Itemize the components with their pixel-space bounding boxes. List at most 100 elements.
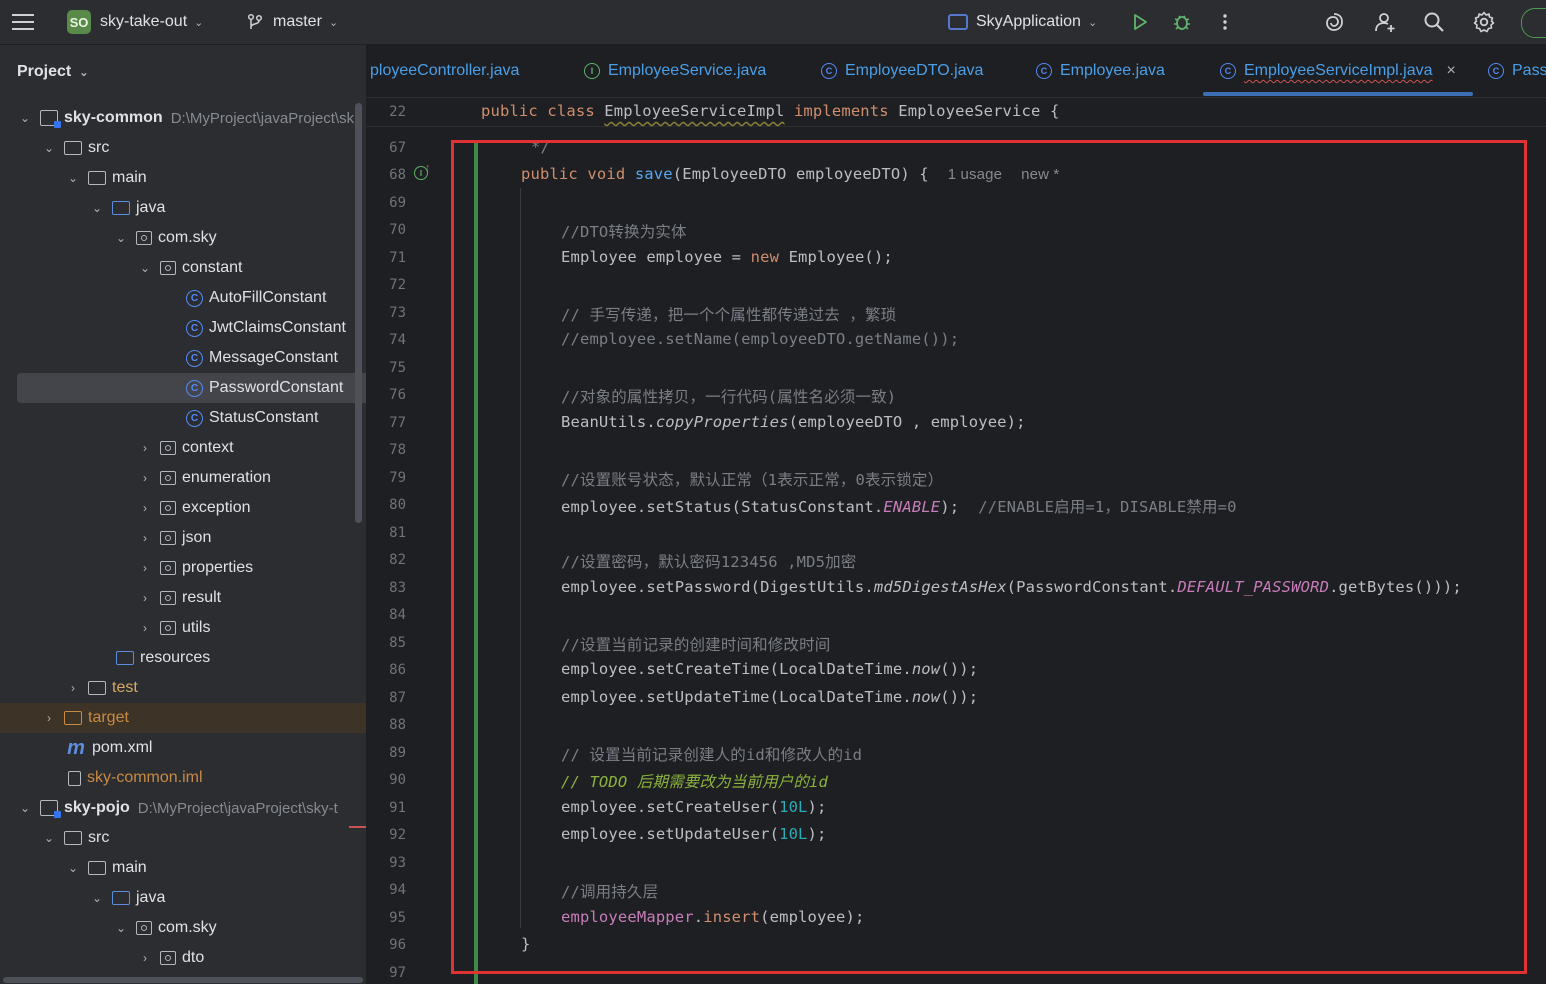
tree-node-sky-common-iml[interactable]: sky-common.iml: [0, 763, 366, 793]
line-number: 85: [389, 635, 406, 651]
module-path: D:\MyProject\javaProject\sk: [170, 109, 355, 127]
tree-node-src[interactable]: ⌄ src: [0, 823, 366, 853]
tree-node-result[interactable]: › result: [0, 583, 366, 613]
tab-employee-service[interactable]: I EmployeeService.java: [584, 45, 766, 97]
run-configuration-selector[interactable]: SkyApplication ⌄: [948, 0, 1097, 44]
tree-node-main[interactable]: ⌄ main: [0, 853, 366, 883]
more-actions-icon[interactable]: [1211, 0, 1239, 44]
tree-node-autofillconstant[interactable]: C AutoFillConstant: [0, 283, 366, 313]
project-tool-window: Project ⌄ ⌄ sky-common D:\MyProject\javaP…: [0, 45, 366, 984]
chevron-down-icon[interactable]: ⌄: [18, 111, 32, 125]
code-editor[interactable]: 22 public class EmployeeServiceImpl impl…: [366, 98, 1546, 984]
tree-node-src[interactable]: ⌄ src: [0, 133, 366, 163]
tab-employee[interactable]: C Employee.java: [1036, 45, 1165, 97]
code-line: employee.setUpdateTime(LocalDateTime.now…: [561, 688, 979, 706]
line-number: 70: [389, 222, 406, 238]
line-number: 71: [389, 250, 406, 266]
tree-node-resources[interactable]: resources: [0, 643, 366, 673]
package-icon: [160, 471, 176, 485]
package-icon: [160, 261, 176, 275]
tree-node-label: sky-pojo: [64, 799, 130, 816]
project-view-selector[interactable]: Project ⌄: [17, 63, 88, 81]
tree-node-dto[interactable]: › dto: [0, 943, 366, 973]
debug-icon[interactable]: [1168, 0, 1196, 44]
tab-employee-dto[interactable]: C EmployeeDTO.java: [821, 45, 983, 97]
tree-node-com-sky[interactable]: ⌄ com.sky: [0, 223, 366, 253]
chevron-down-icon[interactable]: ⌄: [66, 861, 80, 875]
project-selector[interactable]: SO sky-take-out ⌄: [67, 0, 203, 44]
author-hint[interactable]: new *: [1021, 166, 1059, 183]
main-menu-icon[interactable]: [12, 0, 36, 44]
chevron-right-icon[interactable]: ›: [42, 711, 56, 725]
tree-node-json[interactable]: › json: [0, 523, 366, 553]
search-icon[interactable]: [1420, 0, 1448, 44]
tree-node-test[interactable]: › test: [0, 673, 366, 703]
tree-node-java[interactable]: ⌄ java: [0, 883, 366, 913]
status-toggle[interactable]: [1521, 8, 1546, 38]
usage-hint[interactable]: 1 usage: [948, 166, 1002, 183]
vertical-scrollbar[interactable]: [355, 103, 362, 523]
chevron-right-icon[interactable]: ›: [138, 621, 152, 635]
add-user-icon[interactable]: [1371, 0, 1399, 44]
tree-node-passwordconstant[interactable]: C PasswordConstant: [17, 373, 366, 403]
package-icon: [160, 591, 176, 605]
line-number: 86: [389, 662, 406, 678]
chevron-right-icon[interactable]: ›: [138, 951, 152, 965]
tree-node-jwtclaimsconstant[interactable]: C JwtClaimsConstant: [0, 313, 366, 343]
class-icon: C: [186, 319, 203, 337]
source-folder-icon: [112, 201, 130, 215]
vcs-branch-selector[interactable]: master ⌄: [247, 0, 338, 44]
chevron-down-icon[interactable]: ⌄: [138, 261, 152, 275]
code-line: public void save(EmployeeDTO employeeDTO…: [521, 165, 1060, 183]
tree-node-java[interactable]: ⌄ java: [0, 193, 366, 223]
chevron-right-icon[interactable]: ›: [138, 441, 152, 455]
sticky-lines: 22 public class EmployeeServiceImpl impl…: [366, 98, 1546, 127]
tab-password-constant[interactable]: C Pass: [1488, 45, 1546, 97]
class-icon: C: [821, 63, 837, 79]
chevron-down-icon[interactable]: ⌄: [66, 171, 80, 185]
tree-node-com-sky[interactable]: ⌄ com.sky: [0, 913, 366, 943]
tab-employee-service-impl[interactable]: C EmployeeServiceImpl.java ×: [1220, 45, 1456, 97]
chevron-right-icon[interactable]: ›: [66, 681, 80, 695]
tree-node-properties[interactable]: › properties: [0, 553, 366, 583]
chevron-right-icon[interactable]: ›: [138, 531, 152, 545]
chevron-right-icon[interactable]: ›: [138, 471, 152, 485]
indent-guide: [520, 188, 521, 928]
tree-node-target[interactable]: › target: [0, 703, 366, 733]
class-icon: C: [1220, 63, 1236, 79]
project-badge: SO: [67, 10, 91, 34]
tree-node-label: context: [182, 439, 234, 456]
run-icon[interactable]: [1126, 0, 1154, 44]
tab-employee-controller[interactable]: ployeeController.java: [370, 45, 519, 97]
tree-node-pom-xml[interactable]: m pom.xml: [0, 733, 366, 763]
chevron-right-icon[interactable]: ›: [138, 501, 152, 515]
horizontal-scrollbar[interactable]: [3, 977, 363, 983]
chevron-right-icon[interactable]: ›: [138, 561, 152, 575]
close-icon[interactable]: ×: [1447, 62, 1456, 80]
chevron-down-icon[interactable]: ⌄: [42, 141, 56, 155]
chevron-down-icon[interactable]: ⌄: [42, 831, 56, 845]
chevron-down-icon[interactable]: ⌄: [90, 891, 104, 905]
chevron-right-icon[interactable]: ›: [138, 591, 152, 605]
tree-node-exception[interactable]: › exception: [0, 493, 366, 523]
line-number: 72: [389, 277, 406, 293]
tree-node-utils[interactable]: › utils: [0, 613, 366, 643]
code-comment: //设置当前记录的创建时间和修改时间: [561, 636, 831, 654]
line-number: 96: [389, 937, 406, 953]
tree-node-enumeration[interactable]: › enumeration: [0, 463, 366, 493]
tree-node-context[interactable]: › context: [0, 433, 366, 463]
chevron-down-icon[interactable]: ⌄: [114, 231, 128, 245]
tree-node-sky-common[interactable]: ⌄ sky-common D:\MyProject\javaProject\sk: [0, 103, 366, 133]
chevron-down-icon[interactable]: ⌄: [18, 801, 32, 815]
chevron-down-icon[interactable]: ⌄: [114, 921, 128, 935]
tree-node-constant[interactable]: ⌄ constant: [0, 253, 366, 283]
tree-node-statusconstant[interactable]: C StatusConstant: [0, 403, 366, 433]
tree-node-messageconstant[interactable]: C MessageConstant: [0, 343, 366, 373]
settings-gear-icon[interactable]: [1470, 0, 1498, 44]
class-icon: C: [1036, 63, 1052, 79]
tree-node-sky-pojo[interactable]: ⌄ sky-pojo D:\MyProject\javaProject\sky-…: [0, 793, 366, 823]
ai-assistant-icon[interactable]: [1320, 0, 1348, 44]
chevron-down-icon[interactable]: ⌄: [90, 201, 104, 215]
tree-node-main[interactable]: ⌄ main: [0, 163, 366, 193]
code-line: Employee employee = new Employee();: [561, 248, 893, 266]
